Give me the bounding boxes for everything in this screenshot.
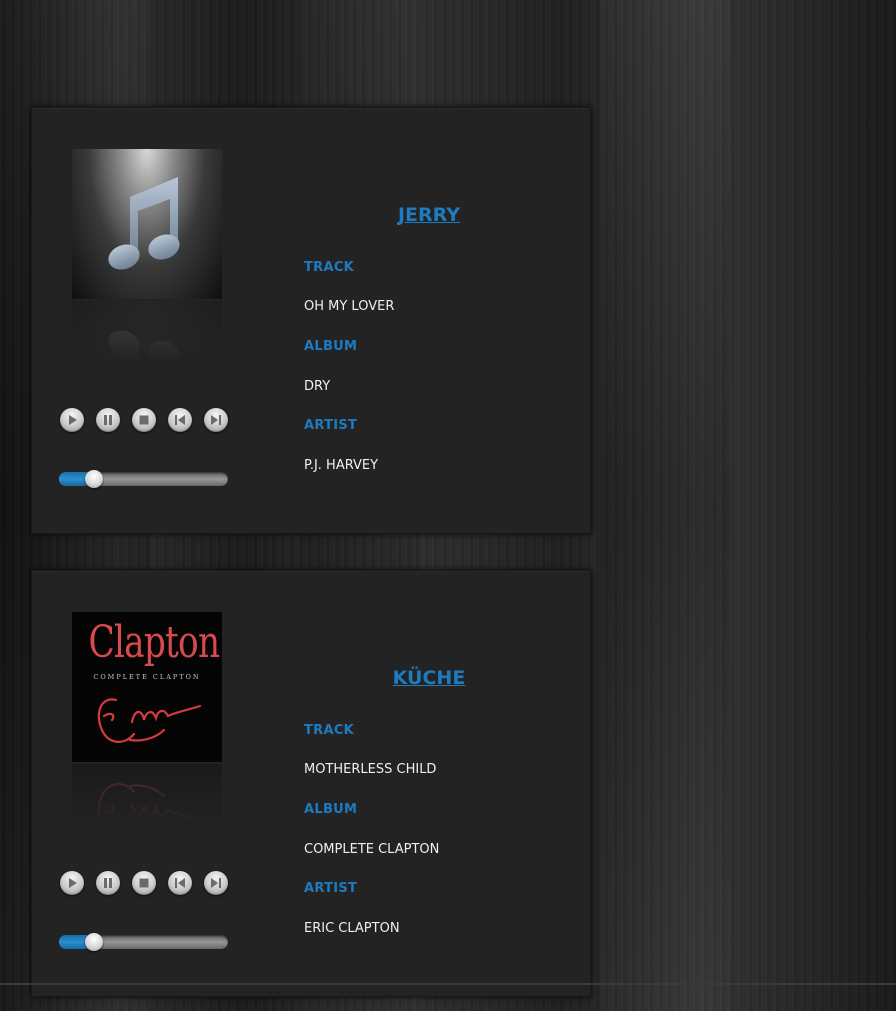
previous-button[interactable] [168,871,192,895]
progress-slider[interactable] [59,933,228,951]
play-icon [69,878,77,888]
progress-knob[interactable] [85,470,104,488]
pause-icon [104,415,112,425]
next-button[interactable] [204,408,228,432]
stop-button[interactable] [132,871,156,895]
track-label: TRACK [304,723,355,738]
room-name-link[interactable]: JERRY [304,204,554,226]
album-label: ALBUM [304,339,358,354]
previous-icon [175,878,185,888]
progress-knob[interactable] [85,933,104,951]
playback-controls [60,408,240,434]
album-value: COMPLETE CLAPTON [304,842,440,857]
next-button[interactable] [204,871,228,895]
album-cover-reflection [72,764,222,826]
next-icon [211,878,221,888]
play-icon [69,415,77,425]
playback-controls [60,871,240,897]
stop-button[interactable] [132,408,156,432]
room-name-link[interactable]: KÜCHE [304,667,554,689]
signature-icon [97,698,202,743]
pause-button[interactable] [96,871,120,895]
track-info: JERRY TRACK OH MY LOVER ALBUM DRY ARTIST… [304,108,554,533]
artist-label: ARTIST [304,881,358,896]
artist-value: ERIC CLAPTON [304,921,400,936]
player-card-jerry: JERRY TRACK OH MY LOVER ALBUM DRY ARTIST… [31,107,591,534]
album-value: DRY [304,379,331,394]
next-icon [211,415,221,425]
album-cover-reflection [72,301,222,363]
stop-icon [139,878,149,888]
album-cover [72,149,222,299]
artist-label: ARTIST [304,418,358,433]
play-button[interactable] [60,408,84,432]
album-label: ALBUM [304,802,358,817]
previous-button[interactable] [168,408,192,432]
track-value: OH MY LOVER [304,299,395,314]
track-info: KÜCHE TRACK MOTHERLESS CHILD ALBUM COMPL… [304,571,554,996]
progress-slider[interactable] [59,470,228,488]
pause-icon [104,878,112,888]
artist-value: P.J. HARVEY [304,458,379,473]
album-cover: Clapton COMPLETE CLAPTON [72,612,222,762]
music-note-icon [108,177,180,270]
pause-button[interactable] [96,408,120,432]
stop-icon [139,415,149,425]
track-value: MOTHERLESS CHILD [304,762,437,777]
track-label: TRACK [304,260,355,275]
previous-icon [175,415,185,425]
play-button[interactable] [60,871,84,895]
player-card-kueche: Clapton COMPLETE CLAPTON KÜCHE TRACK MOT… [31,570,591,997]
